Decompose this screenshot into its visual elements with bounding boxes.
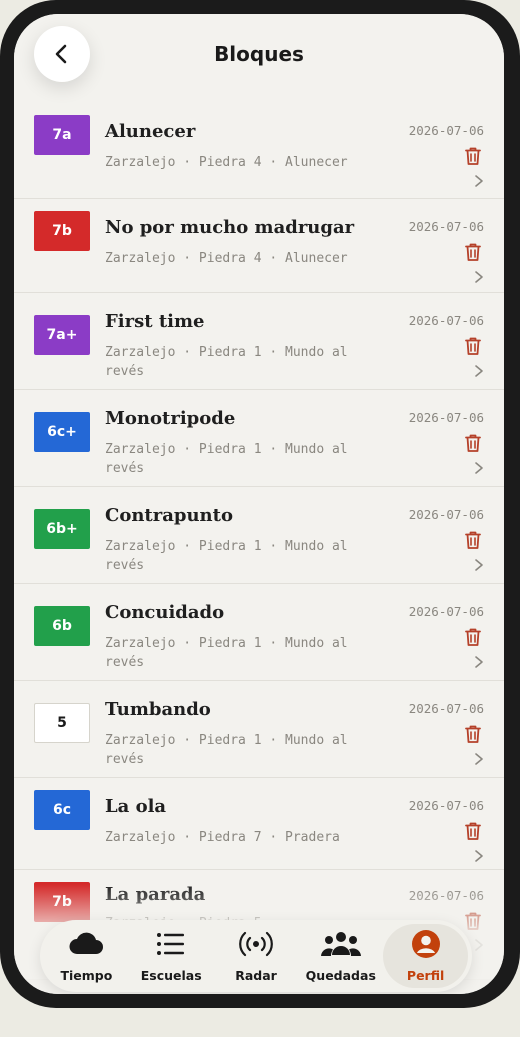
problem-row[interactable]: 6c La ola Zarzalejo · Piedra 7 · Pradera 20…: [14, 778, 504, 870]
problem-list: 7a Alunecer Zarzalejo · Piedra 4 · Alunece…: [14, 103, 504, 980]
trash-icon[interactable]: [462, 241, 484, 263]
problem-row[interactable]: 5 Tumbando Zarzalejo · Piedra 1 · Mundo al…: [14, 681, 504, 778]
grade-badge: 6b+: [34, 509, 90, 549]
tab-radar[interactable]: Radar: [214, 924, 299, 988]
problem-row[interactable]: 6b Concuidado Zarzalejo · Piedra 1 · Mundo…: [14, 584, 504, 681]
grade-badge: 6c+: [34, 412, 90, 452]
problem-location: Zarzalejo · Piedra 1 · Mundo al revés: [105, 636, 348, 670]
tab-label: Tiempo: [60, 968, 113, 983]
problem-name: La ola: [105, 796, 167, 817]
problem-location: Zarzalejo · Piedra 1 · Mundo al revés: [105, 733, 348, 767]
problem-name: Alunecer: [105, 121, 196, 142]
problem-date: 2026-07-06: [408, 798, 484, 813]
problem-name: Monotripode: [105, 408, 236, 429]
problem-location: Zarzalejo · Piedra 4 · Alunecer: [105, 251, 348, 266]
chevron-right-icon: [472, 558, 486, 572]
chevron-right-icon: [472, 461, 486, 475]
list-icon: [151, 929, 191, 964]
phone-frame: Bloques 7a Alunecer Zarzalejo · Piedra 4 ·…: [0, 0, 520, 1008]
problem-row[interactable]: 6b+ Contrapunto Zarzalejo · Piedra 1 · Mun…: [14, 487, 504, 584]
grade-badge: 7a+: [34, 315, 90, 355]
problem-row[interactable]: 7a+ First time Zarzalejo · Piedra 1 · Mund…: [14, 293, 504, 390]
problem-row[interactable]: 7a Alunecer Zarzalejo · Piedra 4 · Alunece…: [14, 103, 504, 199]
trash-icon[interactable]: [462, 529, 484, 551]
trash-icon[interactable]: [462, 723, 484, 745]
problem-location: Zarzalejo · Piedra 4 · Alunecer: [105, 155, 348, 170]
problem-name: Tumbando: [105, 699, 211, 720]
chevron-right-icon: [472, 270, 486, 284]
tab-label: Perfil: [406, 968, 445, 983]
trash-icon[interactable]: [462, 335, 484, 357]
grade-badge: 6b: [34, 606, 90, 646]
tab-label: Escuelas: [140, 968, 202, 983]
problem-row[interactable]: 7b No por mucho madrugar Zarzalejo · Piedr…: [14, 199, 504, 293]
profile-icon: [406, 929, 446, 964]
trash-icon[interactable]: [462, 626, 484, 648]
chevron-right-icon: [472, 174, 486, 188]
chevron-right-icon: [472, 752, 486, 766]
problem-location: Zarzalejo · Piedra 7 · Pradera: [105, 830, 340, 845]
chevron-right-icon: [472, 849, 486, 863]
problem-row[interactable]: 6c+ Monotripode Zarzalejo · Piedra 1 · Mun…: [14, 390, 504, 487]
trash-icon[interactable]: [462, 432, 484, 454]
grade-badge: 7a: [34, 115, 90, 155]
problem-date: 2026-07-06: [408, 604, 484, 619]
problem-location: Zarzalejo · Piedra 1 · Mundo al revés: [105, 539, 348, 573]
group-icon: [320, 929, 361, 964]
grade-badge: 5: [34, 703, 90, 743]
trash-icon[interactable]: [462, 820, 484, 842]
problem-date: 2026-07-06: [408, 701, 484, 716]
chevron-right-icon: [472, 655, 486, 669]
problem-date: 2026-07-06: [408, 410, 484, 425]
cloud-icon: [66, 929, 106, 964]
tab-perfil[interactable]: Perfil: [383, 924, 468, 988]
screen: Bloques 7a Alunecer Zarzalejo · Piedra 4 ·…: [14, 14, 504, 994]
problem-date: 2026-07-06: [408, 123, 484, 138]
tab-bar: Tiempo Escuelas Radar Quedadas Perfil: [40, 920, 472, 992]
grade-badge: 6c: [34, 790, 90, 830]
problem-date: 2026-07-06: [408, 507, 484, 522]
radar-icon: [236, 929, 276, 964]
header: Bloques: [14, 14, 504, 104]
tab-label: Radar: [235, 968, 277, 983]
problem-location: Zarzalejo · Piedra 1 · Mundo al revés: [105, 345, 348, 379]
chevron-right-icon: [472, 364, 486, 378]
tab-escuelas[interactable]: Escuelas: [129, 924, 214, 988]
problem-location: Zarzalejo · Piedra 1 · Mundo al revés: [105, 442, 348, 476]
grade-badge: 7b: [34, 211, 90, 251]
tab-quedadas[interactable]: Quedadas: [298, 924, 383, 988]
problem-date: 2026-07-06: [408, 219, 484, 234]
trash-icon[interactable]: [462, 145, 484, 167]
page-title: Bloques: [214, 42, 304, 66]
tab-tiempo[interactable]: Tiempo: [44, 924, 129, 988]
problem-name: Contrapunto: [105, 505, 233, 526]
problem-name: First time: [105, 311, 205, 332]
problem-name: No por mucho madrugar: [105, 217, 355, 238]
problem-name: Concuidado: [105, 602, 225, 623]
problem-date: 2026-07-06: [408, 313, 484, 328]
tab-label: Quedadas: [305, 968, 376, 983]
